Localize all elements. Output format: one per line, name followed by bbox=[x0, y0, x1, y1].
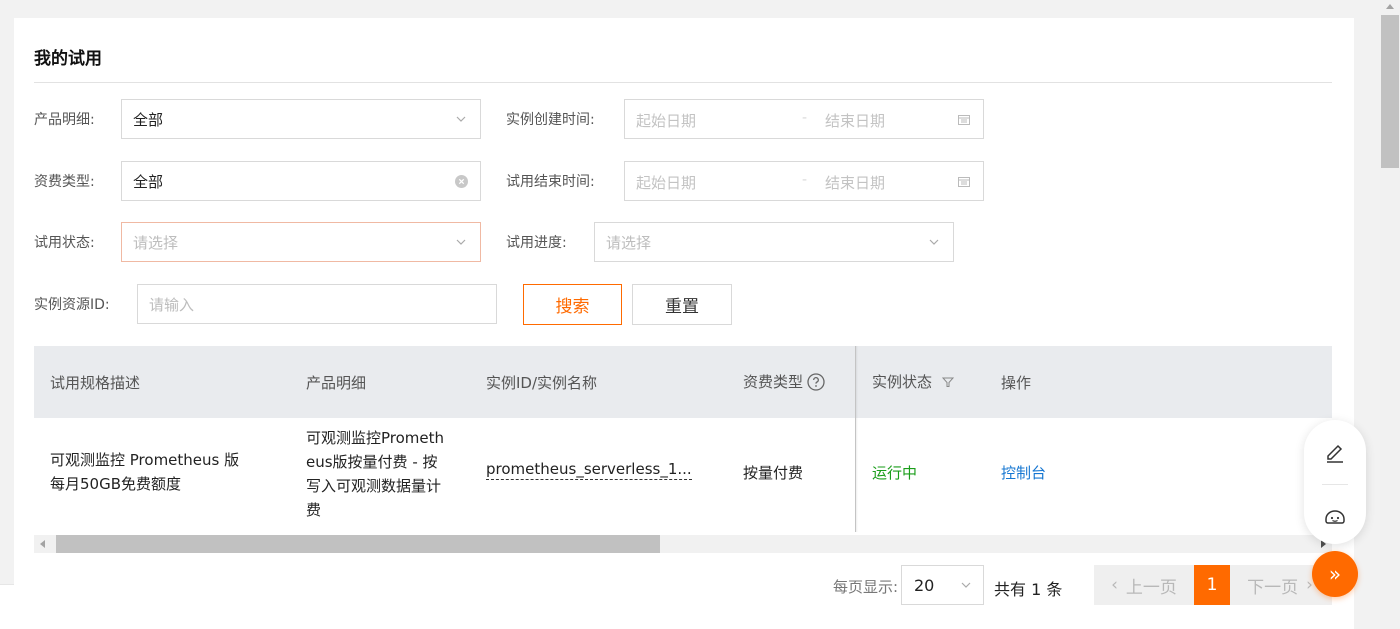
current-page-button[interactable]: 1 bbox=[1194, 565, 1230, 605]
column-header-instance: 实例ID/实例名称 bbox=[486, 374, 598, 392]
column-header-product: 产品明细 bbox=[306, 374, 367, 392]
vertical-scroll-thumb[interactable] bbox=[1381, 15, 1399, 168]
create-time-label: 实例创建时间: bbox=[506, 112, 595, 128]
trial-progress-placeholder: 请选择 bbox=[606, 233, 652, 252]
next-page-label: 下一页 bbox=[1247, 577, 1299, 598]
reset-button[interactable]: 重置 bbox=[632, 284, 732, 325]
spec-line: 每月50GB免费额度 bbox=[50, 475, 182, 493]
column-header-status: 实例状态 bbox=[872, 371, 955, 392]
trial-status-placeholder: 请选择 bbox=[133, 233, 179, 252]
product-line: 可观测监控Prometh bbox=[306, 429, 445, 447]
title-divider bbox=[34, 82, 1332, 83]
trial-card: 我的试用 产品明细: 全部 实例创建时间: 起始日期 - 结束日期 资费类型: … bbox=[14, 18, 1354, 629]
clear-icon[interactable] bbox=[454, 174, 468, 188]
range-separator: - bbox=[802, 110, 808, 126]
instance-resource-id-input[interactable]: 请输入 bbox=[137, 284, 497, 324]
prev-page-button[interactable]: ‹ 上一页 bbox=[1094, 565, 1194, 605]
billing-type-select[interactable]: 全部 bbox=[121, 161, 481, 201]
product-detail-value: 全部 bbox=[133, 110, 164, 129]
bottom-edge-panel bbox=[0, 584, 14, 629]
filter-icon[interactable] bbox=[942, 376, 955, 388]
range-separator: - bbox=[802, 172, 808, 188]
page-size-select[interactable]: 20 bbox=[901, 565, 984, 605]
robot-icon[interactable] bbox=[1323, 504, 1347, 528]
trial-status-select[interactable]: 请选择 bbox=[121, 222, 481, 262]
product-line: eus版按量付费 - 按 bbox=[306, 453, 438, 471]
end-time-start[interactable]: 起始日期 bbox=[636, 172, 696, 193]
create-time-start[interactable]: 起始日期 bbox=[636, 110, 696, 131]
end-time-range-picker[interactable]: 起始日期 - 结束日期 bbox=[624, 161, 984, 201]
help-icon[interactable] bbox=[807, 372, 825, 391]
page-vertical-scrollbar[interactable] bbox=[1380, 0, 1400, 629]
column-header-spec: 试用规格描述 bbox=[50, 374, 141, 392]
billing-type-label: 资费类型: bbox=[34, 174, 95, 190]
table-horizontal-scrollbar[interactable] bbox=[34, 535, 1332, 553]
trial-status-label: 试用状态: bbox=[34, 235, 95, 251]
total-count: 共有 1 条 bbox=[994, 580, 1063, 599]
edit-icon[interactable] bbox=[1323, 440, 1347, 464]
column-header-status-label: 实例状态 bbox=[872, 373, 933, 391]
trial-progress-label: 试用进度: bbox=[506, 235, 567, 251]
page-size-value: 20 bbox=[914, 575, 935, 595]
trial-progress-select[interactable]: 请选择 bbox=[594, 222, 954, 262]
console-link[interactable]: 控制台 bbox=[1001, 461, 1046, 485]
product-line: 费 bbox=[306, 501, 322, 519]
column-header-billing: 资费类型 bbox=[743, 371, 825, 392]
scroll-up-arrow-icon[interactable] bbox=[1386, 4, 1394, 9]
column-header-billing-label: 资费类型 bbox=[743, 373, 804, 391]
trial-table: 试用规格描述 产品明细 实例ID/实例名称 资费类型 实例状态 操作 可观测监控… bbox=[34, 346, 1332, 553]
double-arrow-icon[interactable]: » bbox=[1312, 551, 1358, 597]
create-time-end[interactable]: 结束日期 bbox=[825, 110, 885, 131]
product-cell: 可观测监控Prometh eus版按量付费 - 按 写入可观测数据量计 费 bbox=[306, 426, 444, 522]
spec-cell: 可观测监控 Prometheus 版 每月50GB免费额度 bbox=[50, 448, 239, 496]
table-header: 试用规格描述 产品明细 实例ID/实例名称 资费类型 实例状态 操作 bbox=[34, 346, 1332, 418]
chevron-down-icon bbox=[454, 112, 468, 126]
page-size-label: 每页显示: bbox=[833, 578, 899, 596]
instance-resource-id-placeholder: 请输入 bbox=[149, 295, 195, 314]
chevron-left-icon: ‹ bbox=[1111, 575, 1118, 595]
status-badge: 运行中 bbox=[872, 464, 918, 482]
table-row: 可观测监控 Prometheus 版 每月50GB免费额度 可观测监控Prome… bbox=[34, 418, 1332, 532]
product-detail-select[interactable]: 全部 bbox=[121, 99, 481, 139]
scroll-left-arrow-icon[interactable] bbox=[40, 540, 45, 548]
floating-panel-divider bbox=[1322, 484, 1348, 485]
page-title: 我的试用 bbox=[34, 49, 102, 69]
billing-cell: 按量付费 bbox=[743, 464, 804, 482]
end-time-end[interactable]: 结束日期 bbox=[825, 172, 885, 193]
instance-resource-id-label: 实例资源ID: bbox=[34, 297, 110, 313]
prev-page-label: 上一页 bbox=[1125, 577, 1177, 598]
billing-type-value: 全部 bbox=[133, 172, 164, 191]
product-detail-label: 产品明细: bbox=[34, 112, 95, 128]
instance-id-link[interactable]: prometheus_serverless_1... bbox=[486, 459, 692, 480]
end-time-label: 试用结束时间: bbox=[506, 174, 595, 190]
fixed-column-shadow bbox=[855, 346, 858, 532]
product-line: 写入可观测数据量计 bbox=[306, 477, 442, 495]
floating-tool-panel bbox=[1304, 420, 1366, 544]
spec-line: 可观测监控 Prometheus 版 bbox=[50, 451, 240, 469]
column-header-action: 操作 bbox=[1001, 374, 1032, 392]
calendar-icon bbox=[957, 174, 971, 188]
chevron-down-icon bbox=[927, 235, 941, 249]
chevron-down-icon bbox=[961, 582, 971, 588]
create-time-range-picker[interactable]: 起始日期 - 结束日期 bbox=[624, 99, 984, 139]
search-button[interactable]: 搜索 bbox=[523, 284, 622, 325]
chevron-down-icon bbox=[454, 235, 468, 249]
calendar-icon bbox=[957, 112, 971, 126]
horizontal-scroll-thumb[interactable] bbox=[56, 535, 660, 553]
